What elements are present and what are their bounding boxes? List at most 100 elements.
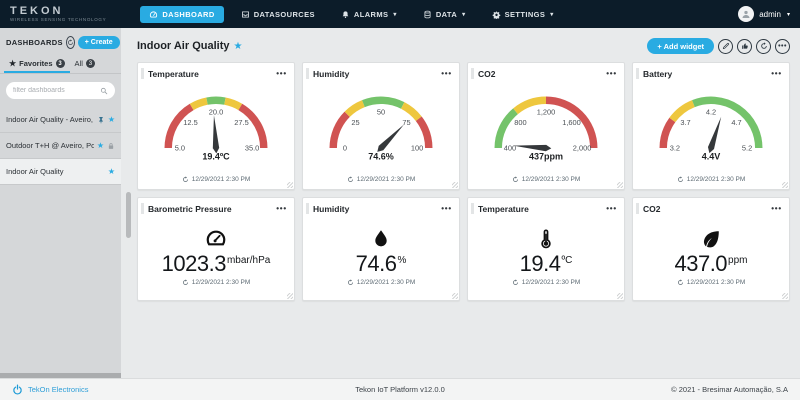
thumbs-up-icon (741, 43, 748, 49)
timestamp-text: 12/29/2021 2:30 PM (521, 278, 581, 286)
star-icon[interactable]: ★ (108, 115, 115, 124)
drag-handle[interactable] (141, 68, 144, 79)
drag-handle[interactable] (636, 68, 639, 79)
nav-item-settings[interactable]: SETTINGS ▾ (483, 6, 563, 23)
widget-title: Barometric Pressure (148, 203, 232, 214)
add-widget-button[interactable]: + Add widget (647, 38, 714, 54)
resize-handle[interactable] (617, 182, 623, 188)
nav-item-datasources[interactable]: DATASOURCES (232, 6, 324, 23)
sidebar-title: DASHBOARDS (6, 38, 63, 47)
more-icon[interactable]: ••• (441, 69, 452, 78)
svg-text:19.4ºC: 19.4ºC (202, 152, 230, 162)
refresh-icon[interactable] (677, 278, 684, 286)
widget-title: Humidity (313, 68, 350, 79)
tab-favorites[interactable]: ★ Favorites 3 (4, 55, 70, 73)
list-item-outdoor-th-aveiro[interactable]: Outdoor T+H @ Aveiro, Portu... ★ (0, 133, 121, 159)
nav-label: DASHBOARD (162, 9, 215, 19)
all-count-badge: 3 (85, 59, 95, 68)
drag-handle[interactable] (471, 68, 474, 79)
refresh-icon[interactable] (347, 176, 354, 183)
refresh-icon (760, 42, 767, 49)
create-dashboard-button[interactable]: + Create (77, 36, 120, 49)
temperature-gauge: 5.0 12.5 20.0 27.5 35.0 19.4ºC (138, 80, 294, 176)
brand-name: TEKON (10, 4, 64, 17)
tab-label: All (74, 59, 83, 68)
resize-handle[interactable] (452, 182, 458, 188)
edit-dashboard-button[interactable] (718, 38, 733, 54)
droplet-icon (370, 228, 392, 250)
inbox-icon (241, 10, 250, 19)
ellipsis-icon: ••• (778, 42, 787, 50)
nav-item-data[interactable]: DATA ▾ (414, 6, 475, 23)
co2-gauge: 400 800 1,200 1,600 2,000 437ppm (468, 80, 624, 176)
resize-handle[interactable] (452, 293, 458, 299)
nav-item-dashboard[interactable]: DASHBOARD (140, 5, 224, 23)
favorite-star-icon[interactable]: ★ (234, 41, 243, 52)
svg-text:3.7: 3.7 (680, 118, 690, 127)
filter-dashboards-search[interactable] (6, 82, 115, 99)
tab-label: Favorites (19, 59, 53, 68)
tab-all[interactable]: All 3 (70, 55, 100, 73)
more-icon[interactable]: ••• (606, 204, 617, 213)
refresh-icon[interactable] (347, 278, 354, 286)
publish-dashboard-button[interactable] (737, 38, 752, 54)
resize-handle[interactable] (287, 293, 293, 299)
star-icon[interactable]: ★ (108, 167, 115, 176)
resize-handle[interactable] (617, 293, 623, 299)
sidebar: DASHBOARDS + Create ★ Favorites 3 All 3 … (0, 28, 121, 378)
drag-handle[interactable] (636, 203, 639, 214)
refresh-icon[interactable] (182, 278, 189, 286)
nav-menu: DASHBOARD DATASOURCES ALARMS ▾ DATA ▾ SE… (140, 5, 563, 23)
user-menu[interactable]: admin ▾ (738, 6, 790, 22)
refresh-dashboard-button[interactable] (756, 38, 771, 54)
resize-handle[interactable] (782, 182, 788, 188)
refresh-dashboards-button[interactable] (65, 36, 75, 49)
value-readout: 437.0ppm (674, 250, 747, 276)
svg-text:800: 800 (514, 118, 526, 127)
list-item-indoor-air-quality[interactable]: Indoor Air Quality ★ (0, 159, 121, 185)
timestamp-text: 12/29/2021 2:30 PM (686, 278, 746, 286)
more-icon[interactable]: ••• (276, 204, 287, 213)
drag-handle[interactable] (306, 203, 309, 214)
refresh-icon[interactable] (182, 176, 189, 183)
widget-title: Temperature (148, 68, 199, 79)
star-icon[interactable]: ★ (97, 141, 104, 150)
svg-text:4.2: 4.2 (706, 108, 716, 117)
nav-label: DATA (435, 9, 458, 19)
star-icon: ★ (9, 59, 17, 68)
list-item-indoor-air-quality-aveiro[interactable]: Indoor Air Quality - Aveiro, Po... ★ (0, 107, 121, 133)
search-input[interactable] (13, 87, 100, 94)
more-icon[interactable]: ••• (771, 204, 782, 213)
drag-handle[interactable] (306, 68, 309, 79)
last-update: 12/29/2021 2:30 PM (633, 176, 789, 189)
value-number: 437.0 (674, 250, 728, 276)
footer-brand-link[interactable]: TekOn Electronics (12, 384, 88, 395)
drag-handle[interactable] (141, 203, 144, 214)
main-content: Indoor Air Quality ★ + Add widget ••• Te… (121, 28, 800, 378)
refresh-icon[interactable] (512, 176, 519, 183)
nav-item-alarms[interactable]: ALARMS ▾ (332, 6, 406, 23)
platform-version: Tekon IoT Platform v12.0.0 (355, 385, 445, 394)
drag-handle[interactable] (471, 203, 474, 214)
value-number: 19.4 (519, 250, 561, 276)
pin-icon[interactable] (97, 116, 105, 124)
top-navbar: TEKON WIRELESS SENSING TECHNOLOGY DASHBO… (0, 0, 800, 28)
avatar (738, 6, 755, 22)
nav-label: DATASOURCES (253, 9, 315, 19)
last-update: 12/29/2021 2:30 PM (182, 278, 250, 286)
more-icon[interactable]: ••• (606, 69, 617, 78)
more-icon[interactable]: ••• (441, 204, 452, 213)
main-scrollbar[interactable] (126, 192, 131, 238)
resize-handle[interactable] (287, 182, 293, 188)
refresh-icon[interactable] (512, 278, 519, 286)
more-icon[interactable]: ••• (276, 69, 287, 78)
tekon-logo[interactable]: TEKON WIRELESS SENSING TECHNOLOGY (10, 4, 106, 23)
resize-handle[interactable] (782, 293, 788, 299)
widget-co2-gauge: CO2 ••• 400 800 1,200 1,600 2,000 437ppm 12/2… (467, 62, 625, 190)
last-update: 12/29/2021 2:30 PM (347, 278, 416, 286)
more-icon[interactable]: ••• (771, 69, 782, 78)
timestamp-text: 12/29/2021 2:30 PM (356, 278, 416, 286)
refresh-icon[interactable] (677, 176, 684, 183)
timestamp-text: 12/29/2021 2:30 PM (191, 176, 251, 183)
more-options-button[interactable]: ••• (775, 38, 790, 54)
